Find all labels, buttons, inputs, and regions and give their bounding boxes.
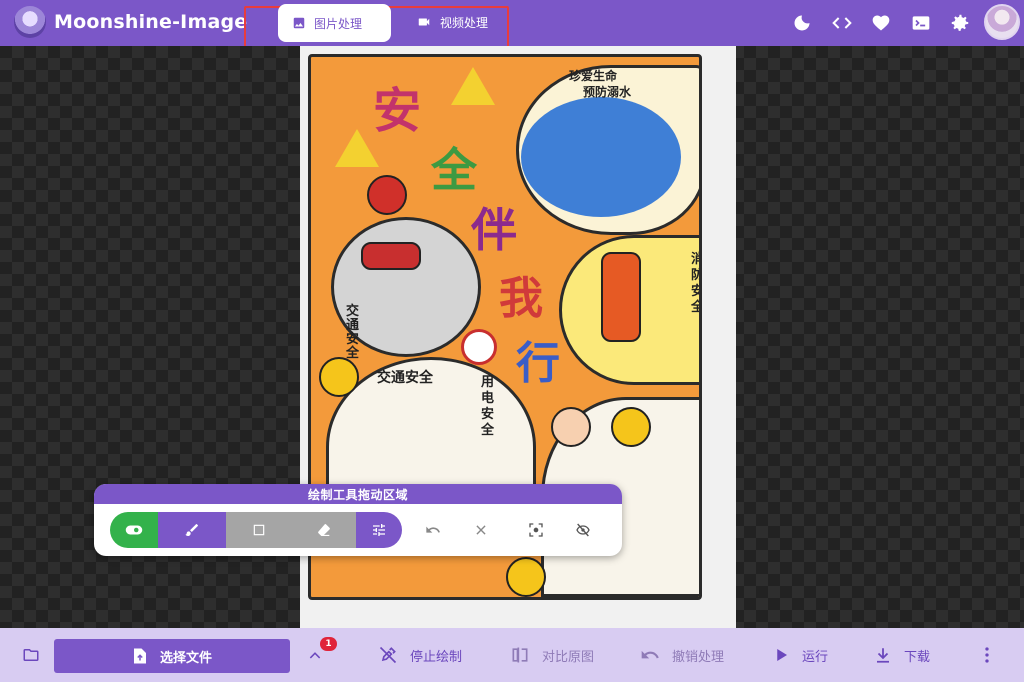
- undo-processing-button[interactable]: 撤销处理: [640, 644, 724, 666]
- eye-off-icon: [576, 523, 590, 537]
- upload-file-icon: [133, 648, 146, 664]
- undo-icon: [641, 650, 659, 659]
- close-icon: [476, 525, 486, 535]
- gear-icon[interactable]: [948, 11, 972, 35]
- tab-image-processing[interactable]: 图片处理: [278, 4, 391, 42]
- toggle-icon: [125, 525, 143, 535]
- sunflower-illustration: [506, 557, 546, 597]
- compare-original-button[interactable]: 对比原图: [510, 644, 594, 666]
- poster-text-drowning: 预防溺水: [583, 85, 632, 99]
- poster-title-char: 伴: [471, 203, 517, 257]
- notification-badge: 1: [320, 637, 337, 651]
- more-options-button[interactable]: [976, 644, 998, 666]
- draw-panel-drag-handle[interactable]: 绘制工具拖动区域: [94, 484, 622, 504]
- firefighter-illustration: [601, 252, 641, 342]
- clear-draw-button[interactable]: [466, 512, 496, 548]
- play-icon: [777, 649, 787, 661]
- poster-text-traffic-vertical: 交通安全: [346, 304, 360, 361]
- run-button[interactable]: 运行: [772, 644, 828, 666]
- tab-video-processing[interactable]: 视频处理: [402, 4, 502, 40]
- drag-handle-label: 绘制工具拖动区域: [307, 487, 408, 502]
- download-button[interactable]: 下载: [874, 644, 930, 666]
- compare-icon: [512, 647, 528, 663]
- choose-file-label: 选择文件: [159, 650, 212, 666]
- heart-icon[interactable]: [869, 11, 893, 35]
- chevron-up-icon: [309, 652, 321, 659]
- folder-icon[interactable]: [20, 644, 42, 666]
- brush-icon: [185, 524, 198, 536]
- app-logo: [14, 6, 46, 38]
- app-header: Moonshine-Image 图片处理 视频处理: [0, 0, 1024, 50]
- bottom-action-bar: 选择文件 1 停止绘制 对比原图 撤销处理 运行 下载: [0, 628, 1024, 682]
- video-icon: [418, 18, 430, 26]
- poster-text-electric: 用电安全: [481, 375, 495, 438]
- sunflower-illustration: [319, 357, 359, 397]
- code-icon[interactable]: [830, 11, 854, 35]
- draw-tool-row: [94, 504, 622, 556]
- draw-toggle-button[interactable]: [110, 512, 158, 548]
- rectangle-tool-button[interactable]: [226, 512, 292, 548]
- moon-icon[interactable]: [790, 11, 814, 35]
- terminal-icon[interactable]: [909, 11, 933, 35]
- poster-title-char: 全: [431, 143, 477, 197]
- draw-tool-panel: 绘制工具拖动区域: [94, 484, 622, 556]
- action-label: 停止绘制: [410, 649, 463, 665]
- focus-icon: [529, 523, 543, 537]
- poster-title-char: 行: [516, 338, 560, 389]
- poster-text-fire: 消防安全: [691, 252, 699, 316]
- action-label: 运行: [802, 649, 829, 665]
- stop-drawing-button[interactable]: 停止绘制: [378, 644, 462, 666]
- download-icon: [877, 648, 889, 663]
- brush-tool-button[interactable]: [158, 512, 226, 548]
- hide-mask-button[interactable]: [568, 512, 598, 548]
- undo-draw-button[interactable]: [418, 512, 448, 548]
- choose-file-button[interactable]: 选择文件: [54, 639, 290, 673]
- action-label: 下载: [904, 649, 931, 665]
- more-vertical-icon: [985, 647, 989, 663]
- tune-tool-button[interactable]: [356, 512, 402, 548]
- action-label: 对比原图: [542, 649, 595, 665]
- rectangle-icon: [253, 524, 265, 536]
- tab-label: 视频处理: [440, 15, 489, 30]
- poster-title-char: 安: [373, 83, 422, 139]
- eraser-icon: [318, 524, 330, 536]
- poster-text-traffic: 交通安全: [377, 370, 433, 386]
- focus-button[interactable]: [521, 512, 551, 548]
- child-face-illustration: [551, 407, 591, 447]
- warning-sign-illustration: [451, 67, 495, 105]
- car-illustration: [361, 242, 421, 270]
- sunflower-illustration: [611, 407, 651, 447]
- water-illustration: [521, 97, 681, 217]
- tune-icon: [373, 524, 385, 536]
- avatar[interactable]: [984, 4, 1020, 40]
- app-title: Moonshine-Image: [54, 11, 248, 33]
- draw-off-icon: [379, 646, 397, 664]
- eraser-tool-button[interactable]: [292, 512, 356, 548]
- no-parking-sign-illustration: [461, 329, 497, 365]
- action-label: 撤销处理: [672, 649, 725, 665]
- undo-icon: [426, 526, 440, 533]
- poster-text-cherish: 珍爱生命: [569, 69, 618, 83]
- image-icon: [293, 17, 305, 29]
- no-entry-sign-illustration: [367, 175, 407, 215]
- poster-title-char: 我: [499, 273, 543, 324]
- tab-label: 图片处理: [314, 16, 363, 31]
